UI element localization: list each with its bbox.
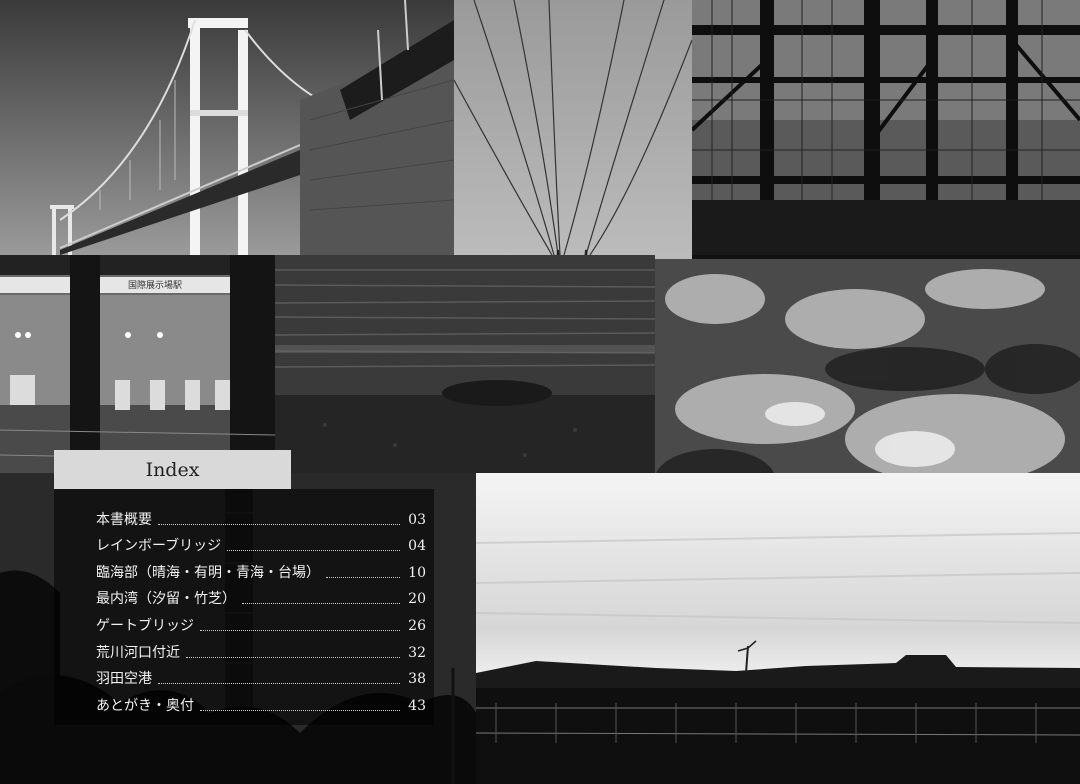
photo-sunset-skyline (476, 473, 1080, 784)
toc-entry[interactable]: レインボーブリッジ 04 (96, 529, 426, 556)
toc-entry[interactable]: 荒川河口付近 32 (96, 635, 426, 662)
toc-title: 最内湾（汐留・竹芝） (96, 591, 236, 608)
toc-page: 20 (408, 591, 426, 608)
toc-entry[interactable]: 本書概要 03 (96, 502, 426, 529)
toc-leader (242, 603, 400, 605)
toc-page: 10 (408, 564, 426, 581)
toc-entry[interactable]: あとがき・奥付 43 (96, 688, 426, 715)
station-sign: 国際展示場駅 (128, 281, 183, 291)
toc-page: 03 (408, 511, 426, 528)
toc-title: あとがき・奥付 (96, 697, 194, 714)
toc-leader (186, 656, 400, 658)
toc-leader (227, 550, 400, 552)
toc-page: 26 (408, 617, 426, 634)
toc-entry[interactable]: 臨海部（晴海・有明・青海・台場） 10 (96, 555, 426, 582)
toc-leader (158, 683, 400, 685)
toc-title: 本書概要 (96, 511, 152, 528)
toc-entry[interactable]: 最内湾（汐留・竹芝） 20 (96, 582, 426, 609)
toc-page: 38 (408, 671, 426, 688)
photo-station: 国際展示場駅 (0, 255, 275, 473)
toc-title: 荒川河口付近 (96, 644, 180, 661)
toc-entry[interactable]: 羽田空港 38 (96, 662, 426, 689)
photo-rainbow-bridge (0, 0, 454, 255)
toc-leader (326, 576, 400, 578)
toc-page: 04 (408, 538, 426, 555)
toc-page: 43 (408, 697, 426, 714)
toc-title: レインボーブリッジ (96, 538, 222, 555)
toc-leader (158, 523, 400, 525)
photo-steel-structure (692, 0, 1080, 255)
toc-page: 32 (408, 644, 426, 661)
index-heading: Index (54, 450, 291, 489)
photo-sea-shore (275, 255, 655, 473)
toc-leader (200, 629, 400, 631)
toc-leader (200, 709, 400, 711)
toc-title: 羽田空港 (96, 671, 152, 688)
toc-title: ゲートブリッジ (96, 617, 194, 634)
toc-title: 臨海部（晴海・有明・青海・台場） (96, 564, 320, 581)
table-of-contents: 本書概要 03 レインボーブリッジ 04 臨海部（晴海・有明・青海・台場） 10 最内… (96, 502, 426, 715)
toc-entry[interactable]: ゲートブリッジ 26 (96, 608, 426, 635)
